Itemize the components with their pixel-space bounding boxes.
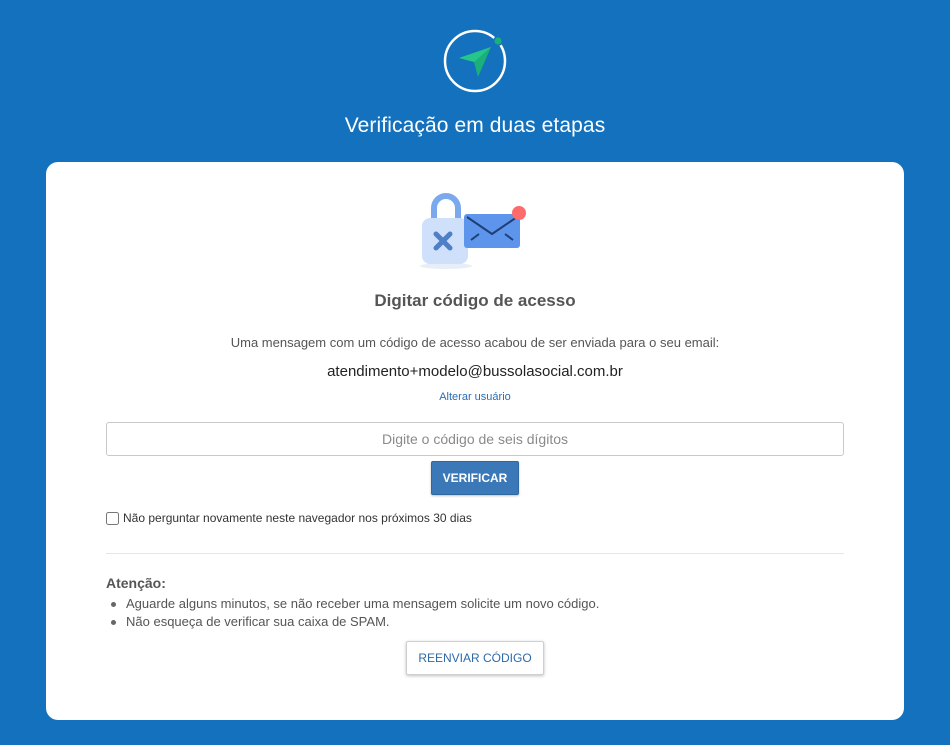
attention-item: Aguarde alguns minutos, se não receber u…: [106, 595, 599, 613]
lock-envelope-icon: [420, 193, 526, 269]
attention-list: Aguarde alguns minutos, se não receber u…: [106, 595, 599, 631]
attention-item: Não esqueça de verificar sua caixa de SP…: [106, 613, 599, 631]
page: Verificação em duas etapas Digitar códig…: [0, 0, 950, 745]
email-address: atendimento+modelo@bussolasocial.com.br: [327, 363, 623, 380]
divider: [106, 553, 844, 554]
page-title: Verificação em duas etapas: [344, 114, 606, 137]
code-input[interactable]: [106, 422, 844, 456]
remember-checkbox[interactable]: [106, 511, 119, 525]
verify-button[interactable]: VERIFICAR: [431, 461, 519, 495]
remember-browser-option[interactable]: Não perguntar novamente neste navegador …: [106, 511, 472, 525]
info-text: Uma mensagem com um código de acesso aca…: [230, 335, 720, 350]
card-title: Digitar código de acesso: [374, 291, 576, 310]
remember-label: Não perguntar novamente neste navegador …: [123, 511, 472, 525]
attention-title: Atenção:: [106, 575, 166, 591]
change-user-link[interactable]: Alterar usuário: [46, 391, 904, 403]
logo-compass-icon: [443, 29, 507, 93]
verification-card: Digitar código de acesso Uma mensagem co…: [46, 162, 904, 720]
resend-code-button[interactable]: REENVIAR CÓDIGO: [406, 641, 544, 675]
